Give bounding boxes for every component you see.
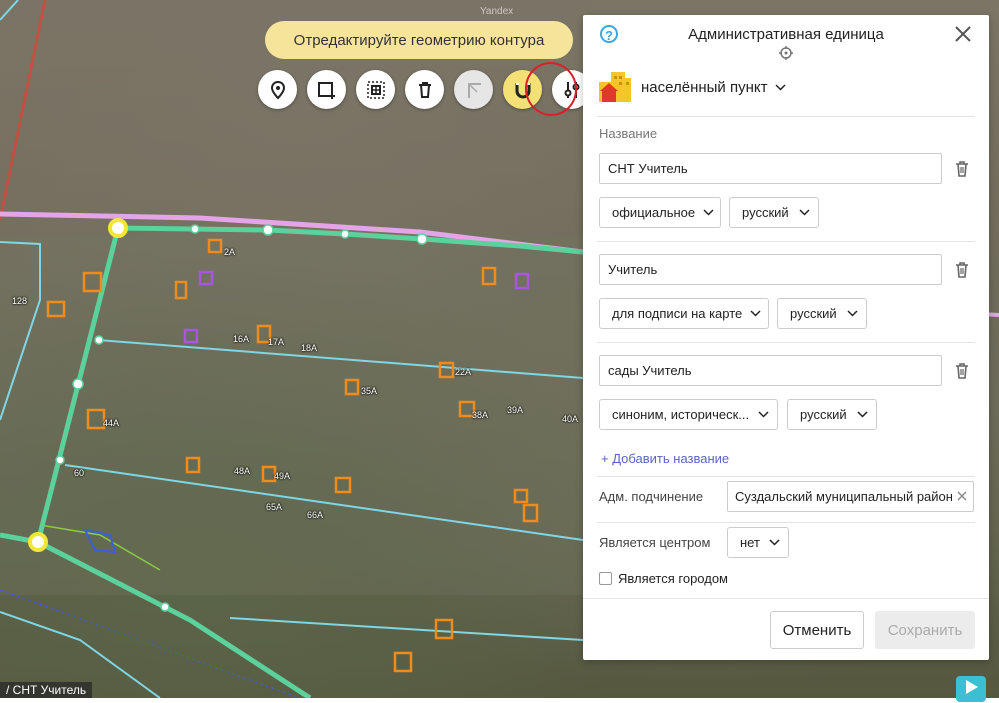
select-value: синоним, историческ... bbox=[612, 407, 750, 422]
delete-name-icon[interactable] bbox=[954, 362, 970, 380]
delete-geometry-button[interactable] bbox=[405, 70, 444, 109]
chevron-down-icon bbox=[703, 209, 714, 216]
subordination-input[interactable]: Суздальский муниципальный район bbox=[727, 481, 974, 512]
select-value: для подписи на карте bbox=[612, 306, 743, 321]
divider bbox=[583, 598, 989, 599]
chevron-down-icon bbox=[775, 83, 786, 91]
divider bbox=[597, 241, 975, 242]
chevron-down-icon bbox=[750, 310, 761, 317]
chevron-down-icon bbox=[769, 539, 780, 546]
select-value: русский bbox=[790, 306, 837, 321]
panel-title: Административная единица bbox=[688, 26, 884, 43]
name-input[interactable]: Учитель bbox=[599, 254, 942, 285]
names-section-label: Название bbox=[599, 126, 658, 141]
divider bbox=[597, 342, 975, 343]
select-value: русский bbox=[742, 205, 789, 220]
trash-icon bbox=[418, 81, 431, 98]
house-number-label: 2А bbox=[224, 247, 236, 257]
house-number-label: 22А bbox=[455, 367, 472, 377]
name-language-select[interactable]: русский bbox=[777, 298, 867, 329]
divider bbox=[597, 116, 975, 117]
house-number-label: 39А bbox=[507, 405, 524, 415]
name-input[interactable]: СНТ Учитель bbox=[599, 153, 942, 184]
select-value: нет bbox=[740, 535, 760, 550]
name-language-select[interactable]: русский bbox=[787, 399, 877, 430]
is-city-label: Является городом bbox=[618, 571, 728, 586]
house-number-label: 40А bbox=[562, 414, 579, 424]
house-number-label: 128 bbox=[12, 296, 28, 306]
house-number-label: 65А bbox=[266, 502, 283, 512]
subordination-value: Суздальский муниципальный район bbox=[735, 489, 953, 504]
house-number-label: 49А bbox=[274, 471, 291, 481]
play-icon bbox=[966, 680, 978, 694]
add-hole-button[interactable] bbox=[356, 70, 395, 109]
cancel-button[interactable]: Отменить bbox=[770, 611, 864, 649]
settlement-icon bbox=[599, 72, 631, 102]
delete-name-icon[interactable] bbox=[954, 160, 970, 178]
house-number-label: 16А bbox=[233, 334, 250, 344]
navigator-button[interactable] bbox=[956, 676, 986, 702]
divider bbox=[597, 476, 975, 477]
name-language-select[interactable]: русский bbox=[729, 197, 819, 228]
map-breadcrumb: / СНТ Учитель bbox=[0, 682, 93, 698]
panel-header: ? Административная единица bbox=[583, 15, 989, 60]
admin-unit-panel: ? Административная единица населённый пу… bbox=[583, 15, 989, 660]
name-kind-select[interactable]: официальное bbox=[599, 197, 721, 228]
cut-button[interactable] bbox=[454, 70, 493, 109]
name-kind-select[interactable]: для подписи на карте bbox=[599, 298, 769, 329]
add-polygon-button[interactable] bbox=[307, 70, 346, 109]
house-number-label: 60 bbox=[74, 468, 85, 478]
crosshair-icon[interactable] bbox=[779, 46, 793, 60]
name-kind-select[interactable]: синоним, историческ... bbox=[599, 399, 778, 430]
chevron-down-icon bbox=[847, 310, 858, 317]
house-number-label: 66А bbox=[307, 510, 324, 520]
close-icon[interactable] bbox=[953, 24, 973, 44]
map-watermark: Yandex bbox=[480, 6, 514, 17]
house-number-label: 17А bbox=[268, 337, 285, 347]
category-selector[interactable]: населённый пункт bbox=[597, 69, 786, 105]
chevron-down-icon bbox=[758, 411, 769, 418]
house-number-label: 44А bbox=[103, 418, 120, 428]
is-city-checkbox[interactable] bbox=[599, 572, 612, 585]
is-center-label: Является центром bbox=[599, 535, 711, 550]
subordination-label: Адм. подчинение bbox=[599, 489, 704, 504]
divider bbox=[597, 522, 975, 523]
is-center-select[interactable]: нет bbox=[727, 527, 789, 558]
add-hole-icon bbox=[366, 80, 385, 99]
house-number-label: 48А bbox=[234, 466, 251, 476]
name-input[interactable]: сады Учитель bbox=[599, 355, 942, 386]
house-number-label: 18А bbox=[301, 343, 318, 353]
pin-icon bbox=[270, 80, 285, 99]
select-value: русский bbox=[800, 407, 847, 422]
chevron-down-icon bbox=[857, 411, 868, 418]
delete-name-icon[interactable] bbox=[954, 261, 970, 279]
house-number-label: 38А bbox=[472, 410, 489, 420]
corner-tool-icon bbox=[467, 82, 481, 98]
save-button[interactable]: Сохранить bbox=[875, 611, 975, 649]
place-pin-button[interactable] bbox=[258, 70, 297, 109]
clear-icon[interactable] bbox=[956, 490, 968, 502]
add-polygon-icon bbox=[317, 81, 335, 99]
chevron-down-icon bbox=[799, 209, 810, 216]
add-name-link[interactable]: + Добавить название bbox=[601, 451, 729, 466]
is-city-row[interactable]: Является городом bbox=[599, 571, 728, 586]
select-value: официальное bbox=[612, 205, 696, 220]
house-number-label: 35А bbox=[361, 386, 378, 396]
category-label: населённый пункт bbox=[641, 78, 768, 96]
edit-hint: Отредактируйте геометрию контура bbox=[265, 21, 573, 59]
